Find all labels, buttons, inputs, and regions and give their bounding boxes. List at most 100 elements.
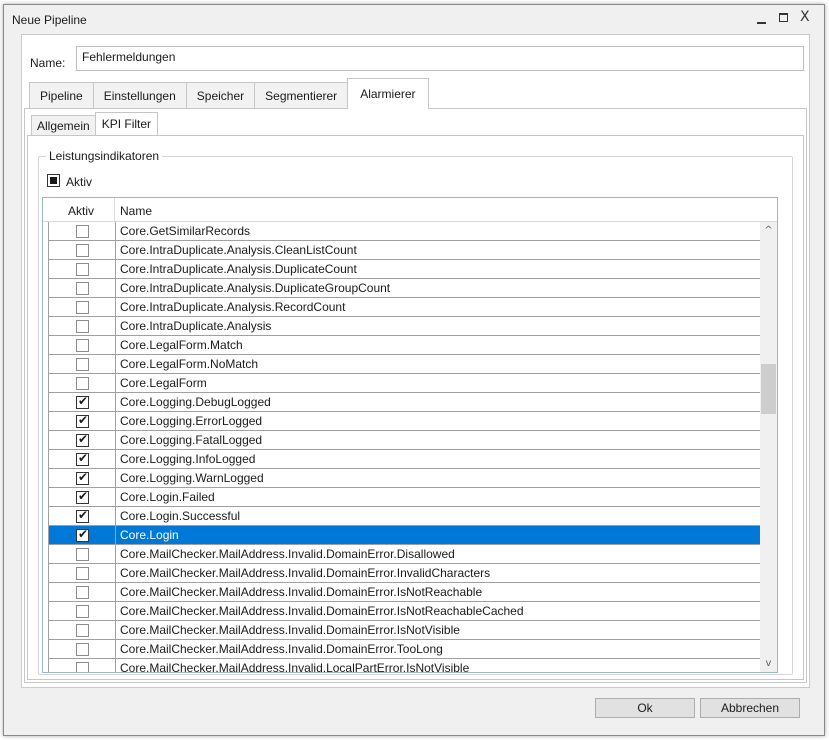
vertical-scrollbar[interactable]: ^ v — [760, 222, 777, 672]
table-row[interactable]: Core.IntraDuplicate.Analysis.RecordCount — [49, 298, 761, 317]
kpi-name-cell: Core.LegalForm — [120, 376, 207, 390]
kpi-name-cell: Core.LegalForm.Match — [120, 338, 243, 352]
table-row[interactable]: Core.LegalForm.Match — [49, 336, 761, 355]
subtab-allgemein[interactable]: Allgemein — [31, 115, 96, 135]
scroll-up-icon[interactable]: ^ — [760, 222, 777, 239]
kpi-name-cell: Core.Logging.DebugLogged — [120, 395, 271, 409]
row-aktiv-checkbox[interactable] — [76, 358, 89, 371]
table-row[interactable]: Core.IntraDuplicate.Analysis.DuplicateGr… — [49, 279, 761, 298]
row-aktiv-checkbox[interactable] — [76, 377, 89, 390]
kpi-name-cell: Core.GetSimilarRecords — [120, 224, 251, 238]
row-aktiv-checkbox[interactable] — [76, 301, 89, 314]
dialog-content: Name: Pipeline Einstellungen Speicher Se… — [21, 34, 810, 688]
table-row[interactable]: Core.MailChecker.MailAddress.Invalid.Dom… — [49, 640, 761, 659]
kpi-name-cell: Core.Login.Failed — [120, 490, 215, 504]
aktiv-all-checkbox[interactable] — [47, 174, 60, 187]
aktiv-cell — [49, 260, 116, 278]
table-row[interactable]: ✔ Core.Logging.FatalLogged — [49, 431, 761, 450]
row-aktiv-checkbox[interactable]: ✔ — [76, 413, 89, 428]
check-icon: ✔ — [78, 451, 89, 465]
row-aktiv-checkbox[interactable] — [76, 643, 89, 656]
row-aktiv-checkbox[interactable] — [76, 263, 89, 276]
aktiv-cell — [49, 317, 116, 335]
aktiv-all-label: Aktiv — [66, 175, 93, 189]
subtab-kpi-filter[interactable]: KPI Filter — [94, 112, 159, 135]
table-row[interactable]: Core.MailChecker.MailAddress.Invalid.Dom… — [49, 602, 761, 621]
kpi-name-cell: Core.MailChecker.MailAddress.Invalid.Dom… — [120, 566, 491, 580]
minimize-button[interactable] — [754, 10, 770, 26]
table-row[interactable]: Core.MailChecker.MailAddress.Invalid.Dom… — [49, 583, 761, 602]
column-header-name[interactable]: Name — [115, 198, 777, 221]
aktiv-cell — [49, 621, 116, 639]
scroll-thumb[interactable] — [761, 364, 776, 414]
check-icon: ✔ — [78, 489, 89, 503]
row-aktiv-checkbox[interactable] — [76, 282, 89, 295]
table-row[interactable]: Core.IntraDuplicate.Analysis.DuplicateCo… — [49, 260, 761, 279]
table-row[interactable]: ✔ Core.Logging.WarnLogged — [49, 469, 761, 488]
table-row[interactable]: Core.MailChecker.MailAddress.Invalid.Dom… — [49, 621, 761, 640]
row-aktiv-checkbox[interactable] — [76, 624, 89, 637]
tab-segmentierer[interactable]: Segmentierer — [254, 82, 349, 109]
table-row[interactable]: ✔ Core.Logging.ErrorLogged — [49, 412, 761, 431]
indeterminate-icon — [50, 177, 57, 184]
row-aktiv-checkbox[interactable]: ✔ — [76, 508, 89, 523]
table-row[interactable]: ✔ Core.Logging.InfoLogged — [49, 450, 761, 469]
table-row[interactable]: Core.MailChecker.MailAddress.Invalid.Dom… — [49, 545, 761, 564]
table-row[interactable]: Core.MailChecker.MailAddress.Invalid.Dom… — [49, 564, 761, 583]
table-row[interactable]: Core.MailChecker.MailAddress.Invalid.Loc… — [49, 659, 761, 672]
row-aktiv-checkbox[interactable] — [76, 586, 89, 599]
scroll-down-icon[interactable]: v — [760, 655, 777, 672]
table-row[interactable]: Core.GetSimilarRecords — [49, 222, 761, 241]
row-aktiv-checkbox[interactable]: ✔ — [76, 432, 89, 447]
pipeline-dialog-window: Neue Pipeline X Name: Pipeline Einstellu… — [3, 4, 825, 736]
check-icon: ✔ — [78, 394, 89, 408]
row-aktiv-checkbox[interactable] — [76, 548, 89, 561]
aktiv-cell — [49, 241, 116, 259]
row-aktiv-checkbox[interactable] — [76, 320, 89, 333]
row-aktiv-checkbox[interactable] — [76, 605, 89, 618]
table-row[interactable]: Core.LegalForm — [49, 374, 761, 393]
table-row[interactable]: Core.IntraDuplicate.Analysis.CleanListCo… — [49, 241, 761, 260]
name-input[interactable] — [76, 46, 804, 71]
close-button[interactable]: X — [798, 9, 814, 26]
column-header-aktiv[interactable]: Aktiv — [48, 198, 115, 221]
tab-pipeline[interactable]: Pipeline — [29, 82, 94, 109]
window-title: Neue Pipeline — [12, 13, 87, 27]
row-aktiv-checkbox[interactable] — [76, 567, 89, 580]
window-controls: X — [754, 9, 814, 26]
kpi-name-cell: Core.Logging.ErrorLogged — [120, 414, 263, 428]
kpi-name-cell: Core.MailChecker.MailAddress.Invalid.Dom… — [120, 623, 460, 637]
row-aktiv-checkbox[interactable]: ✔ — [76, 470, 89, 485]
table-row[interactable]: ✔ Core.Login.Failed — [49, 488, 761, 507]
kpi-name-cell: Core.MailChecker.MailAddress.Invalid.Dom… — [120, 642, 443, 656]
tab-speicher[interactable]: Speicher — [185, 82, 256, 109]
name-label: Name: — [30, 56, 66, 70]
row-aktiv-checkbox[interactable] — [76, 662, 89, 672]
main-tabs: Pipeline Einstellungen Speicher Segmenti… — [29, 78, 429, 109]
row-aktiv-checkbox[interactable]: ✔ — [76, 451, 89, 466]
alarmierer-tab-pane: Allgemein KPI Filter Leistungsindikatore… — [24, 108, 807, 683]
ok-button[interactable]: Ok — [595, 698, 695, 718]
aktiv-cell — [49, 298, 116, 316]
kpi-name-cell: Core.LegalForm.NoMatch — [120, 357, 259, 371]
row-aktiv-checkbox[interactable] — [76, 244, 89, 257]
table-row[interactable]: ✔ Core.Logging.DebugLogged — [49, 393, 761, 412]
row-aktiv-checkbox[interactable]: ✔ — [76, 527, 89, 542]
tab-einstellungen[interactable]: Einstellungen — [92, 82, 187, 109]
row-aktiv-checkbox[interactable]: ✔ — [76, 489, 89, 504]
table-row[interactable]: ✔ Core.Login — [49, 526, 761, 545]
title-bar[interactable]: Neue Pipeline X — [4, 5, 824, 33]
aktiv-cell: ✔ — [49, 431, 116, 449]
aktiv-cell — [49, 279, 116, 297]
table-row[interactable]: Core.IntraDuplicate.Analysis — [49, 317, 761, 336]
table-row[interactable]: ✔ Core.Login.Successful — [49, 507, 761, 526]
aktiv-cell: ✔ — [49, 412, 116, 430]
maximize-button[interactable] — [776, 10, 792, 26]
table-row[interactable]: Core.LegalForm.NoMatch — [49, 355, 761, 374]
kpi-name-cell: Core.Logging.WarnLogged — [120, 471, 264, 485]
row-aktiv-checkbox[interactable] — [76, 339, 89, 352]
tab-alarmierer[interactable]: Alarmierer — [347, 78, 429, 109]
row-aktiv-checkbox[interactable] — [76, 225, 89, 238]
cancel-button[interactable]: Abbrechen — [700, 698, 800, 718]
row-aktiv-checkbox[interactable]: ✔ — [76, 394, 89, 409]
